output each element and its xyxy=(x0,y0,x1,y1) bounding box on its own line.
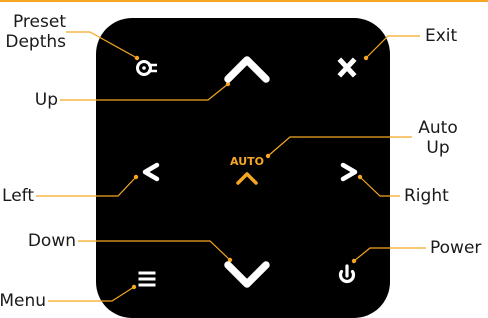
preset-depths-icon[interactable] xyxy=(136,60,158,76)
auto-button-text: AUTO xyxy=(230,155,264,168)
chevron-right-icon[interactable] xyxy=(340,162,358,182)
label-power: Power xyxy=(430,238,482,258)
leader-menu xyxy=(48,286,135,302)
label-auto-up-line1: Auto xyxy=(418,118,458,138)
auto-chevron xyxy=(236,172,258,185)
leader-dot xyxy=(357,174,363,180)
leader-down xyxy=(78,240,231,261)
label-left: Left xyxy=(2,186,34,206)
close-icon[interactable] xyxy=(337,57,357,78)
leader-up xyxy=(60,83,229,101)
label-up: Up xyxy=(34,90,58,110)
leader-dot xyxy=(351,258,357,264)
leader-power xyxy=(353,247,426,262)
label-auto-up: Auto Up xyxy=(412,118,464,158)
chevron-down-icon[interactable] xyxy=(224,261,270,288)
remote-diagram: AUTO Preset Depths Exit Up Auto Up Left … xyxy=(0,0,488,318)
leader-dot xyxy=(131,284,137,290)
leader-dot xyxy=(133,174,139,180)
label-right: Right xyxy=(404,186,449,206)
label-preset-depths-line2: Depths xyxy=(5,32,66,52)
leader-preset-depths xyxy=(66,31,138,59)
label-down: Down xyxy=(27,231,76,251)
menu-icon[interactable] xyxy=(138,271,156,287)
leader-left xyxy=(36,176,137,197)
power-icon[interactable] xyxy=(338,264,356,284)
label-auto-up-line2: Up xyxy=(426,138,450,158)
chevron-left-icon[interactable] xyxy=(142,162,160,182)
label-preset-depths: Preset Depths xyxy=(5,12,66,52)
label-menu: Menu xyxy=(0,291,46,311)
leader-exit xyxy=(365,35,420,59)
leader-auto-up xyxy=(267,136,412,157)
leader-dot xyxy=(265,153,271,159)
label-preset-depths-line1: Preset xyxy=(12,12,66,32)
leader-dot xyxy=(134,55,140,61)
leader-dot xyxy=(363,55,369,61)
leader-right xyxy=(359,176,400,197)
label-exit: Exit xyxy=(425,26,458,46)
auto-up-icon[interactable]: AUTO xyxy=(230,155,264,185)
diagram-graphics: AUTO xyxy=(36,31,426,302)
chevron-up-icon[interactable] xyxy=(224,56,270,83)
